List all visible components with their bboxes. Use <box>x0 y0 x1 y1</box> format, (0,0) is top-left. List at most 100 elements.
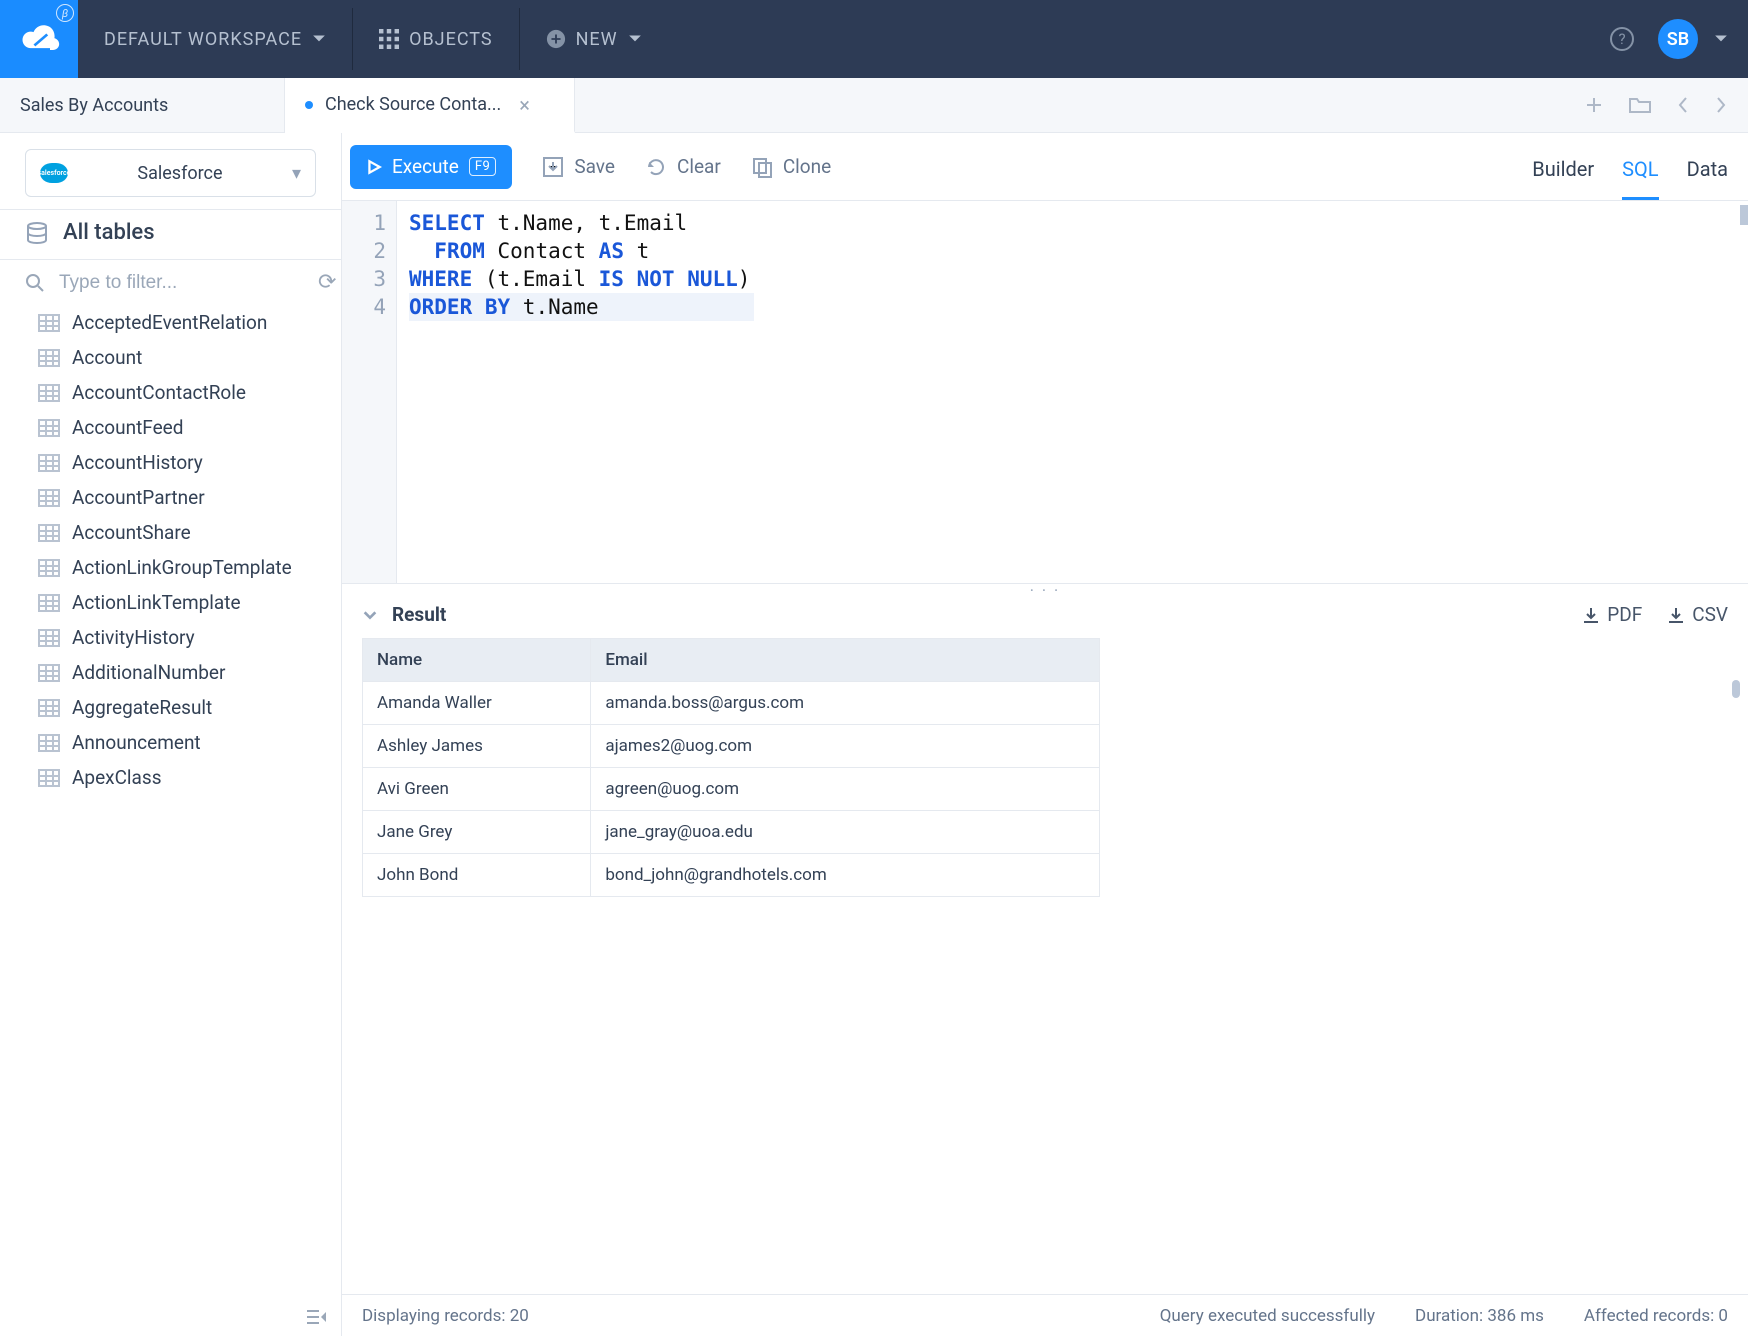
table-row[interactable]: Jane Greyjane_gray@uoa.edu <box>363 811 1100 854</box>
save-button[interactable]: Save <box>542 155 615 178</box>
tab-label: Check Source Conta... <box>325 94 501 115</box>
plus-circle-icon <box>546 29 566 49</box>
table-item[interactable]: ActionLinkGroupTemplate <box>0 550 341 585</box>
status-duration: Duration: 386 ms <box>1415 1306 1544 1326</box>
table-row[interactable]: Avi Greenagreen@uog.com <box>363 768 1100 811</box>
view-tab-sql[interactable]: SQL <box>1622 157 1658 200</box>
workspace-switcher[interactable]: DEFAULT WORKSPACE <box>78 0 352 78</box>
view-tabs: Builder SQL Data <box>1532 133 1728 200</box>
table-item-label: AdditionalNumber <box>72 661 225 684</box>
user-avatar[interactable]: SB <box>1658 19 1698 59</box>
result-header: Result PDF CSV <box>342 597 1748 638</box>
beta-badge: β <box>56 4 74 22</box>
help-button[interactable]: ? <box>1610 27 1634 51</box>
nav-prev-button[interactable] <box>1676 95 1690 115</box>
download-icon <box>1666 605 1686 625</box>
sql-editor[interactable]: 1234 SELECT t.Name, t.Email FROM Contact… <box>342 201 1748 583</box>
all-tables-label: All tables <box>63 220 155 245</box>
status-bar: Displaying records: 20 Query executed su… <box>342 1294 1748 1336</box>
table-item[interactable]: AccountFeed <box>0 410 341 445</box>
tab-check-source-contacts[interactable]: Check Source Conta... × <box>285 78 575 133</box>
table-item[interactable]: AccountShare <box>0 515 341 550</box>
table-item[interactable]: ActivityHistory <box>0 620 341 655</box>
table-item-label: Announcement <box>72 731 201 754</box>
open-folder-button[interactable] <box>1628 95 1652 115</box>
data-source-label: Salesforce <box>80 163 280 184</box>
caret-down-icon: ▾ <box>292 163 301 184</box>
table-item-label: Account <box>72 346 142 369</box>
nav-new-label: NEW <box>576 29 618 50</box>
new-tab-button[interactable] <box>1584 95 1604 115</box>
table-item-label: AggregateResult <box>72 696 212 719</box>
view-tab-data[interactable]: Data <box>1687 157 1728 200</box>
refresh-button[interactable]: ⟳ <box>318 270 336 295</box>
table-item[interactable]: AggregateResult <box>0 690 341 725</box>
result-title: Result <box>392 603 446 626</box>
tab-sales-by-accounts[interactable]: Sales By Accounts <box>0 78 285 132</box>
table-item[interactable]: AdditionalNumber <box>0 655 341 690</box>
table-item[interactable]: AcceptedEventRelation <box>0 305 341 340</box>
table-item[interactable]: Account <box>0 340 341 375</box>
view-tab-builder[interactable]: Builder <box>1532 157 1594 200</box>
table-item[interactable]: Announcement <box>0 725 341 760</box>
column-header[interactable]: Name <box>363 639 591 682</box>
table-item[interactable]: AccountHistory <box>0 445 341 480</box>
app-logo[interactable]: β <box>0 0 78 78</box>
cell: Jane Grey <box>363 811 591 854</box>
tab-close-button[interactable]: × <box>519 93 530 117</box>
sidebar: salesforce Salesforce ▾ All tables ⟳ Acc… <box>0 133 342 1336</box>
minimap-marker <box>1740 205 1748 225</box>
user-menu-chevron[interactable] <box>1714 32 1728 46</box>
collapse-sidebar-button[interactable] <box>305 1308 327 1326</box>
cell: John Bond <box>363 854 591 897</box>
table-item[interactable]: ActionLinkTemplate <box>0 585 341 620</box>
table-row[interactable]: John Bondbond_john@grandhotels.com <box>363 854 1100 897</box>
table-item-label: AccountPartner <box>72 486 205 509</box>
table-item-label: AccountShare <box>72 521 191 544</box>
tab-label: Sales By Accounts <box>20 95 168 116</box>
table-item-label: AccountHistory <box>72 451 203 474</box>
cell: ajames2@uog.com <box>591 725 1099 768</box>
split-handle[interactable]: · · · <box>342 583 1748 597</box>
export-csv-button[interactable]: CSV <box>1666 603 1728 626</box>
data-source-select[interactable]: salesforce Salesforce ▾ <box>25 149 316 197</box>
table-item[interactable]: AccountContactRole <box>0 375 341 410</box>
database-icon <box>25 221 49 245</box>
main-panel: Execute F9 Save Clear Clone Builder SQL … <box>342 133 1748 1336</box>
nav-next-button[interactable] <box>1714 95 1728 115</box>
collapse-result-chevron[interactable] <box>362 607 378 623</box>
column-header[interactable]: Email <box>591 639 1099 682</box>
chevron-down-icon <box>628 32 642 46</box>
table-item-label: AccountContactRole <box>72 381 246 404</box>
nav-new[interactable]: NEW <box>520 0 668 78</box>
all-tables-header[interactable]: All tables <box>0 209 341 260</box>
table-item[interactable]: AccountPartner <box>0 480 341 515</box>
table-item-label: ActionLinkTemplate <box>72 591 241 614</box>
status-affected: Affected records: 0 <box>1584 1306 1728 1326</box>
result-grid[interactable]: NameEmail Amanda Walleramanda.boss@argus… <box>362 638 1100 897</box>
table-row[interactable]: Ashley Jamesajames2@uog.com <box>363 725 1100 768</box>
editor-code[interactable]: SELECT t.Name, t.Email FROM Contact AS t… <box>397 201 750 583</box>
save-icon <box>542 156 564 178</box>
table-row[interactable]: Amanda Walleramanda.boss@argus.com <box>363 682 1100 725</box>
query-toolbar: Execute F9 Save Clear Clone Builder SQL … <box>342 133 1748 201</box>
execute-button[interactable]: Execute F9 <box>350 145 512 189</box>
dirty-indicator-icon <box>305 101 313 109</box>
cell: Ashley James <box>363 725 591 768</box>
salesforce-icon: salesforce <box>40 163 68 183</box>
clone-icon <box>751 156 773 178</box>
result-scrollbar[interactable] <box>1732 680 1740 698</box>
clone-button[interactable]: Clone <box>751 155 831 178</box>
export-pdf-button[interactable]: PDF <box>1581 603 1642 626</box>
table-list: AcceptedEventRelation Account AccountConta… <box>0 305 341 1336</box>
table-item-label: AcceptedEventRelation <box>72 311 267 334</box>
result-grid-wrap: NameEmail Amanda Walleramanda.boss@argus… <box>342 638 1748 1294</box>
nav-objects[interactable]: OBJECTS <box>353 0 519 78</box>
cell: amanda.boss@argus.com <box>591 682 1099 725</box>
cell: agreen@uog.com <box>591 768 1099 811</box>
clear-button[interactable]: Clear <box>645 155 721 178</box>
table-item[interactable]: ApexClass <box>0 760 341 795</box>
filter-input[interactable] <box>57 271 306 295</box>
cell: bond_john@grandhotels.com <box>591 854 1099 897</box>
status-success: Query executed successfully <box>1160 1306 1375 1326</box>
